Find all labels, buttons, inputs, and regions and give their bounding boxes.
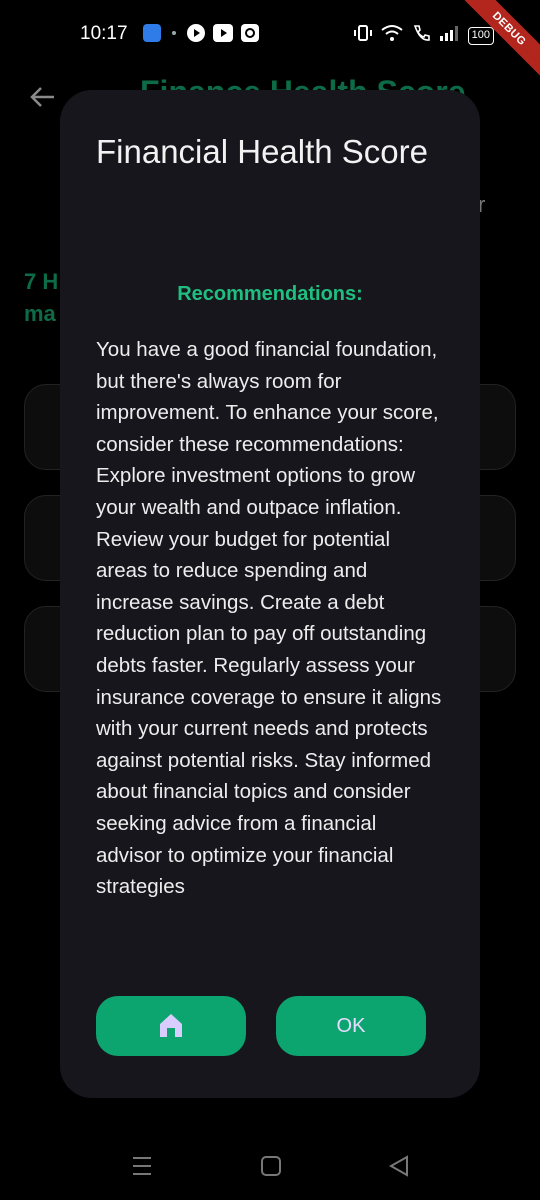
- home-icon: [158, 1012, 184, 1041]
- ok-button[interactable]: OK: [276, 996, 426, 1056]
- status-time: 10:17: [80, 23, 128, 44]
- recents-icon[interactable]: [130, 1154, 154, 1178]
- app-notification-icon: [143, 24, 161, 42]
- home-nav-icon[interactable]: [259, 1154, 283, 1178]
- status-notification-icons: [143, 24, 259, 42]
- battery-indicator: 100: [467, 26, 494, 45]
- status-system-icons: 100: [353, 24, 494, 47]
- home-button[interactable]: [96, 996, 246, 1056]
- background-green-line-1: 7 H: [24, 269, 59, 294]
- background-green-text: 7 H ma: [24, 266, 58, 330]
- back-arrow-icon[interactable]: [28, 82, 58, 112]
- recommendations-heading: Recommendations:: [177, 283, 363, 305]
- recommendations-text[interactable]: You have a good financial foundation, bu…: [96, 334, 446, 954]
- play-icon: [187, 24, 205, 42]
- wifi-icon: [381, 24, 403, 47]
- back-nav-icon[interactable]: [387, 1154, 411, 1178]
- camera-icon: [241, 24, 259, 42]
- signal-icon: [439, 24, 459, 47]
- financial-health-dialog: Financial Health Score Recommendations: …: [60, 90, 480, 1098]
- dialog-title: Financial Health Score: [96, 133, 428, 170]
- call-icon: [412, 24, 430, 47]
- system-nav-bar: [0, 1130, 540, 1200]
- background-green-line-2: ma: [24, 301, 56, 326]
- vibrate-icon: [353, 24, 372, 47]
- status-bar: 10:17 100 DEBUG: [0, 0, 540, 83]
- small-notification-icon: [169, 24, 179, 42]
- youtube-icon: [213, 24, 233, 42]
